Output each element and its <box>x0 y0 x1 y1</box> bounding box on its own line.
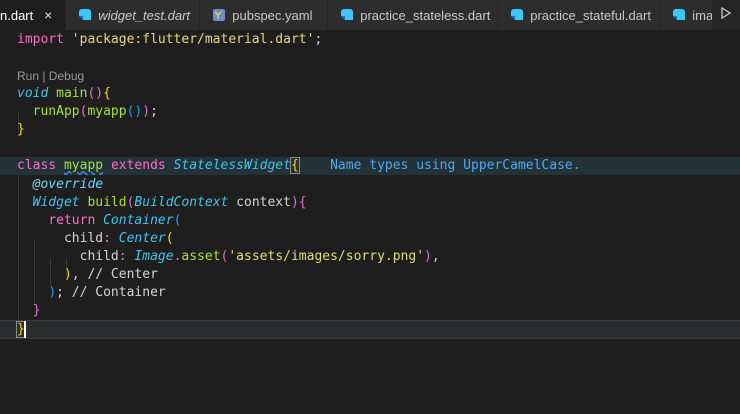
keyword: class <box>17 158 57 173</box>
punctuation: , <box>71 267 88 282</box>
colon: : <box>103 231 119 246</box>
tab-label: ima <box>692 7 714 23</box>
code-line: ); // Container <box>17 284 740 302</box>
brace: } <box>17 122 25 137</box>
constructor-call: myapp <box>87 104 127 119</box>
tab-widget-test-dart[interactable]: widget_test.dart <box>66 0 201 30</box>
tab-bar: n.dart × widget_test.dart pubspec.yaml p… <box>0 0 740 30</box>
tab-label: pubspec.yaml <box>232 7 313 23</box>
code-line: } <box>17 121 740 139</box>
widget-type: Image <box>134 249 174 264</box>
tab-label: n.dart <box>0 7 34 23</box>
colon: : <box>118 249 135 264</box>
codelens-run-debug[interactable]: Run | Debug <box>17 67 740 85</box>
string-literal: 'package:flutter/material.dart' <box>71 32 315 47</box>
paren: ) <box>290 195 299 210</box>
paren: ) <box>48 285 57 300</box>
editor-window: n.dart × widget_test.dart pubspec.yaml p… <box>0 0 740 414</box>
parameter-name: context <box>228 195 291 210</box>
code-line: import 'package:flutter/material.dart'; <box>17 31 740 49</box>
code-line: void main(){ <box>17 85 740 103</box>
code-line: Widget build(BuildContext context){ <box>17 194 740 212</box>
widget-type: Center <box>118 231 166 246</box>
text-cursor <box>24 321 26 338</box>
paren: ) <box>424 249 432 264</box>
dart-file-icon <box>340 8 354 22</box>
tab-practice-stateless-dart[interactable]: practice_stateless.dart <box>328 0 499 30</box>
current-line: } <box>0 320 740 339</box>
keyword: extends <box>110 158 166 173</box>
paren: () <box>126 104 143 119</box>
brace: { <box>298 195 307 210</box>
code-line: child: Image.asset('assets/images/sorry.… <box>17 248 740 266</box>
annotation: @override <box>32 177 104 192</box>
parens: () <box>87 86 104 101</box>
parameter-type: BuildContext <box>134 195 229 210</box>
tab-label: practice_stateless.dart <box>360 7 491 23</box>
dart-file-icon <box>510 8 524 22</box>
paren: ( <box>173 213 182 228</box>
superclass-type: StatelessWidget <box>173 158 291 173</box>
keyword: return <box>48 213 96 228</box>
code-line: runApp(myapp()); <box>17 103 740 121</box>
widget-type: Container <box>103 213 174 228</box>
code-line-highlighted: class myapp extends StatelessWidget{ Nam… <box>0 157 740 175</box>
code-line: child: Center( <box>17 230 740 248</box>
tab-label: widget_test.dart <box>98 7 191 23</box>
lint-hint-text: Name types using UpperCamelCase. <box>330 158 581 173</box>
code-line: ), // Center <box>17 266 740 284</box>
brace: } <box>32 303 41 318</box>
tab-practice-stateful-dart[interactable]: practice_stateful.dart <box>498 0 661 30</box>
brace: { <box>289 157 300 174</box>
closing-label-comment: // Container <box>71 285 166 300</box>
run-triangle-icon <box>720 6 732 24</box>
return-type: Widget <box>32 195 80 210</box>
code-editor[interactable]: import 'package:flutter/material.dart'; … <box>0 30 740 414</box>
run-button[interactable] <box>712 0 740 30</box>
code-line: @override <box>17 176 740 194</box>
close-icon[interactable]: × <box>41 7 55 23</box>
dart-file-icon <box>672 8 686 22</box>
method-name: build <box>79 195 127 210</box>
punctuation: ; <box>150 104 158 119</box>
punctuation: ; <box>56 285 72 300</box>
punctuation: , <box>431 249 440 264</box>
tab-label: practice_stateful.dart <box>530 7 651 23</box>
paren: ( <box>165 231 174 246</box>
yaml-file-icon <box>212 8 226 22</box>
named-argument: child <box>79 249 119 264</box>
paren: ) <box>63 267 72 282</box>
punctuation: ; <box>314 32 323 47</box>
function-call: runApp <box>32 104 80 119</box>
dart-file-icon <box>78 8 92 22</box>
code-line: } <box>17 302 740 320</box>
brace: { <box>103 86 111 101</box>
paren: ) <box>142 104 151 119</box>
keyword: import <box>17 32 64 47</box>
tab-pubspec-yaml[interactable]: pubspec.yaml <box>200 0 329 30</box>
type-keyword: void <box>17 86 49 101</box>
named-argument: child <box>63 231 104 246</box>
method-call: asset <box>181 249 221 264</box>
string-literal: 'assets/images/sorry.png' <box>228 249 425 264</box>
closing-label-comment: // Center <box>87 267 158 282</box>
function-name: main <box>48 86 88 101</box>
class-name-with-lint[interactable]: myapp <box>64 158 103 173</box>
tab-main-dart[interactable]: n.dart × <box>0 0 67 30</box>
code-line: return Container( <box>17 212 740 230</box>
